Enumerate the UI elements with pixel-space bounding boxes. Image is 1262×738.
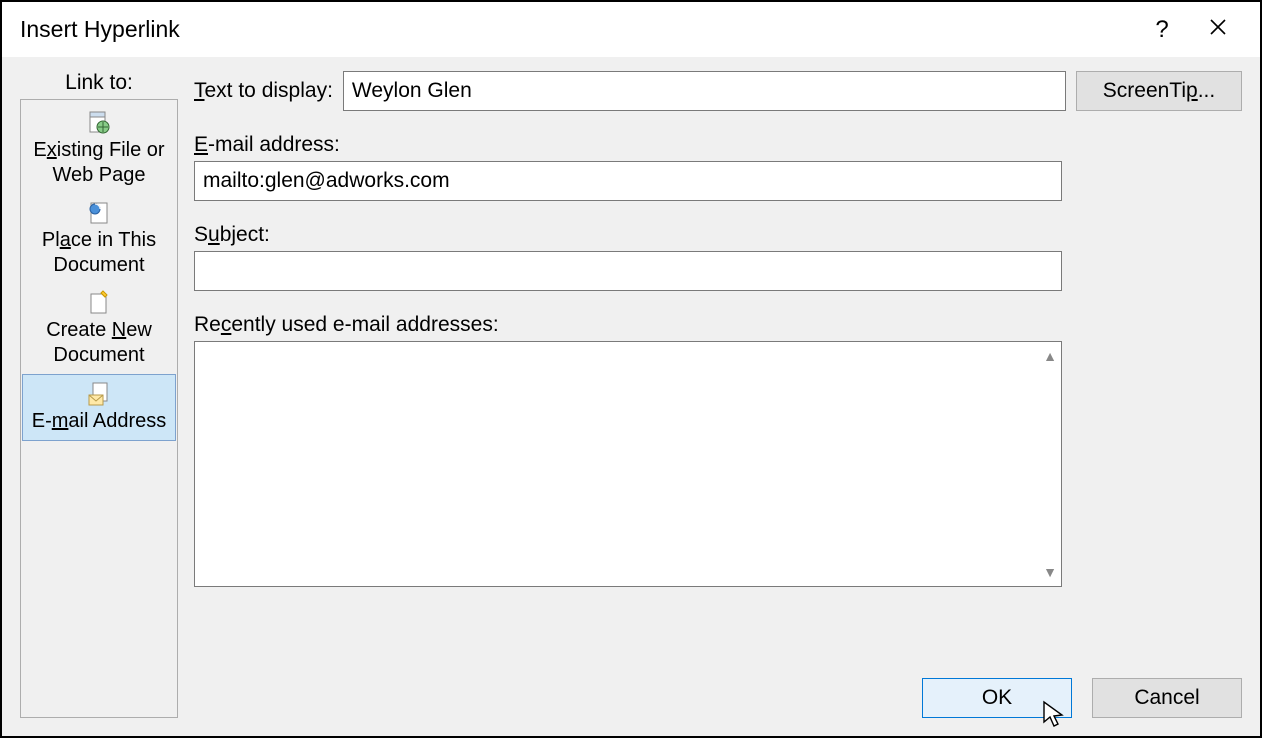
link-to-heading: Link to: xyxy=(65,71,133,95)
titlebar: Insert Hyperlink ? xyxy=(2,2,1260,57)
help-button[interactable]: ? xyxy=(1134,18,1190,42)
dialog-footer: OK Cancel xyxy=(194,654,1242,718)
scroll-up-icon: ▲ xyxy=(1043,348,1057,364)
link-to-list: Existing File or Web Page Place in This … xyxy=(20,99,178,718)
screentip-button[interactable]: ScreenTip... xyxy=(1076,71,1242,111)
new-doc-icon xyxy=(86,290,112,316)
link-to-place-in-doc[interactable]: Place in This Document xyxy=(22,194,176,284)
text-to-display-row: Text to display: ScreenTip... xyxy=(194,71,1242,111)
link-to-item-label: Existing File or Web Page xyxy=(33,139,164,186)
link-to-item-label: Place in This Document xyxy=(42,229,156,276)
scroll-down-icon: ▼ xyxy=(1043,564,1057,580)
dialog-body: Link to: Existing File or Web Page xyxy=(2,57,1260,736)
text-to-display-input[interactable] xyxy=(343,71,1066,111)
recent-emails-listbox[interactable]: ▲ ▼ xyxy=(194,341,1062,587)
bookmark-doc-icon xyxy=(86,200,112,226)
subject-input[interactable] xyxy=(194,251,1062,291)
link-to-column: Link to: Existing File or Web Page xyxy=(20,67,178,718)
close-button[interactable] xyxy=(1190,17,1246,42)
subject-label: Subject: xyxy=(194,223,1242,247)
link-to-item-label: E-mail Address xyxy=(32,410,167,432)
file-web-icon xyxy=(86,110,112,136)
insert-hyperlink-dialog: Insert Hyperlink ? Link to: Existing Fil… xyxy=(0,0,1262,738)
recent-emails-label: Recently used e-mail addresses: xyxy=(194,313,1242,337)
link-to-item-label: Create New Document xyxy=(46,319,152,366)
link-to-existing-file[interactable]: Existing File or Web Page xyxy=(22,104,176,194)
cancel-button[interactable]: Cancel xyxy=(1092,678,1242,718)
dialog-title: Insert Hyperlink xyxy=(20,16,1134,43)
link-to-create-new-doc[interactable]: Create New Document xyxy=(22,284,176,374)
link-to-email-address[interactable]: E-mail Address xyxy=(22,374,176,441)
email-doc-icon xyxy=(86,381,112,407)
ok-button[interactable]: OK xyxy=(922,678,1072,718)
scrollbar[interactable]: ▲ ▼ xyxy=(1039,342,1061,586)
email-address-label: E-mail address: xyxy=(194,133,1242,157)
close-icon xyxy=(1208,17,1228,37)
text-to-display-label: Text to display: xyxy=(194,79,333,103)
main-column: Text to display: ScreenTip... E-mail add… xyxy=(194,67,1242,718)
email-address-input[interactable] xyxy=(194,161,1062,201)
